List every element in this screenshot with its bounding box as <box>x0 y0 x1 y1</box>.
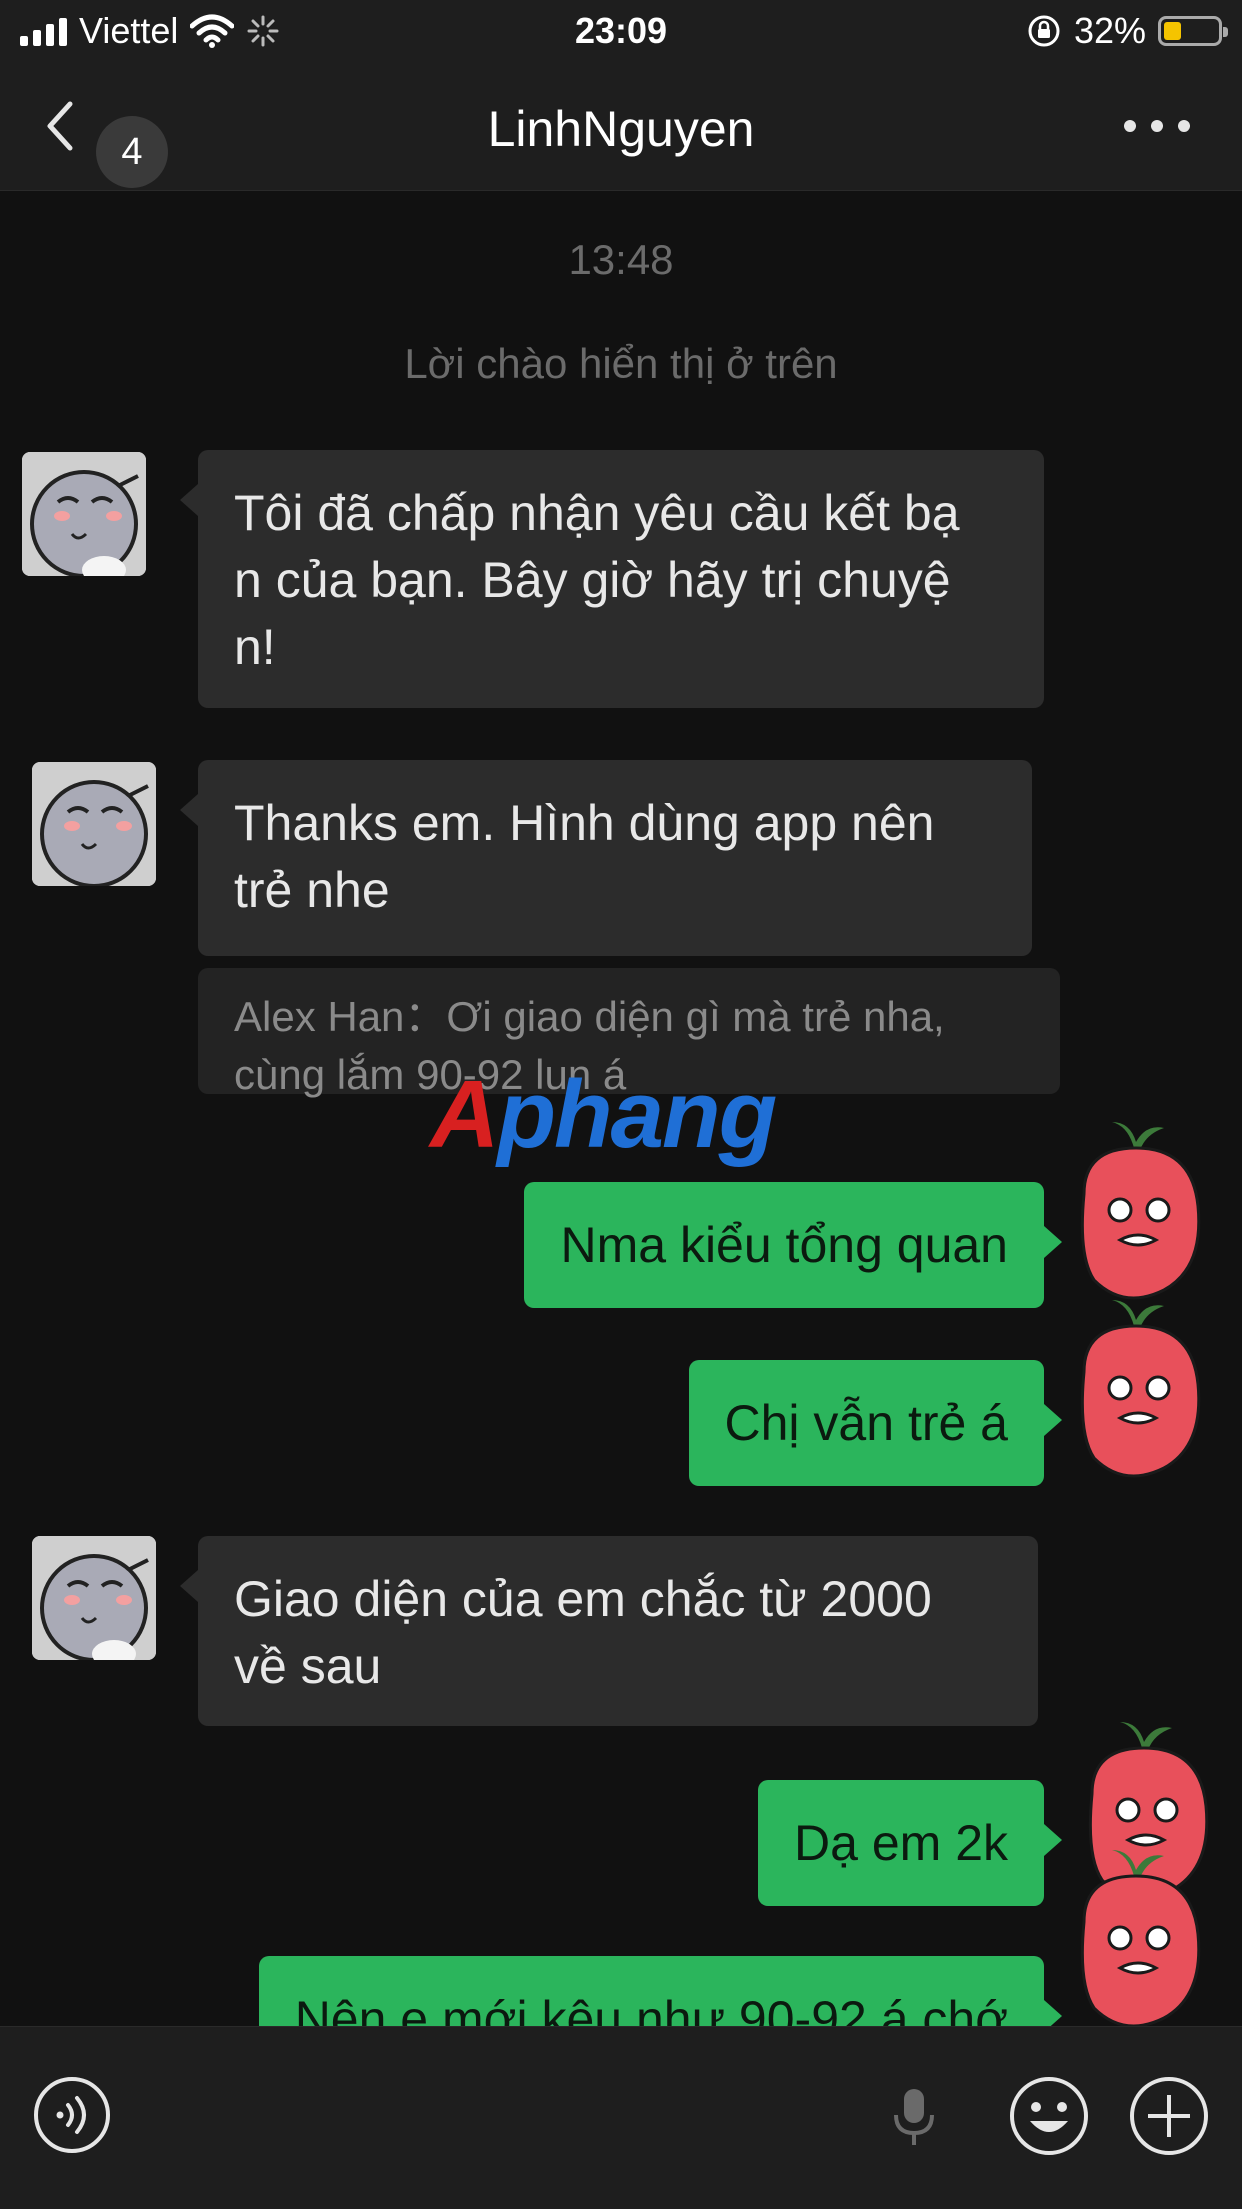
message-line: Giao diện của em chắc từ 2000 <box>234 1571 932 1627</box>
user-avatar-sticker[interactable] <box>1054 1292 1224 1482</box>
incoming-message-bubble[interactable]: Giao diện của em chắc từ 2000 về sau <box>180 1536 1038 1726</box>
outgoing-message-bubble[interactable]: Dạ em 2k <box>758 1780 1062 1906</box>
status-bar: Viettel 23:09 32% <box>0 0 1242 62</box>
more-dots-icon[interactable] <box>1122 118 1192 134</box>
message-line: Thanks em. Hình dùng app nên <box>234 795 935 851</box>
chat-header: 4 LinhNguyen <box>0 62 1242 191</box>
message-input[interactable] <box>140 2061 984 2171</box>
message-timestamp: 13:48 <box>568 236 674 283</box>
outgoing-message-bubble[interactable]: Nma kiểu tổng quan <box>524 1182 1062 1308</box>
user-avatar-sticker[interactable] <box>1054 1842 1224 2026</box>
message-text: Nma kiểu tổng quan <box>560 1217 1008 1273</box>
message-line: trẻ nhe <box>234 862 390 918</box>
outgoing-message-bubble[interactable]: Chị vẫn trẻ á <box>688 1360 1063 1486</box>
battery-icon <box>1158 16 1228 46</box>
avatar-image <box>22 452 146 576</box>
avatar-image <box>32 1536 156 1660</box>
voice-icon[interactable] <box>32 2075 112 2155</box>
plus-icon[interactable] <box>1128 2075 1210 2157</box>
status-right: 32% <box>1026 10 1228 52</box>
system-message: Lời chào hiển thị ở trên <box>404 340 838 387</box>
avatar-image <box>32 762 156 886</box>
rotation-lock-icon <box>1028 15 1060 47</box>
outgoing-message-bubble[interactable]: Nên e mới kêu như 90-92 á chớ <box>258 1956 1063 2026</box>
message-line: n! <box>234 619 276 675</box>
battery-percent: 32% <box>1073 10 1146 51</box>
incoming-message-bubble[interactable]: Thanks em. Hình dùng app nên trẻ nhe <box>180 760 1032 956</box>
message-line: về sau <box>234 1638 382 1694</box>
message-text: Chị vẫn trẻ á <box>724 1395 1008 1451</box>
emoji-icon[interactable] <box>1008 2075 1090 2157</box>
message-text: Dạ em 2k <box>794 1815 1008 1871</box>
user-avatar-sticker[interactable] <box>1054 1114 1224 1304</box>
message-line: Tôi đã chấp nhận yêu cầu kết bạ <box>234 485 960 541</box>
quote-line: Alex Han：Ơi giao diện gì mà trẻ nha, <box>234 993 945 1040</box>
contact-avatar[interactable] <box>22 452 146 576</box>
battery-level <box>1164 22 1181 40</box>
watermark-logo: Aphang <box>430 1061 777 1168</box>
incoming-message-bubble[interactable]: Tôi đã chấp nhận yêu cầu kết bạ n của bạ… <box>180 450 1044 708</box>
chat-area[interactable]: 13:48 Lời chào hiển thị ở trên Tôi đã ch… <box>0 190 1242 2026</box>
contact-avatar[interactable] <box>32 762 156 886</box>
message-line: n của bạn. Bây giờ hãy trị chuyệ <box>234 552 951 608</box>
contact-avatar[interactable] <box>32 1536 156 1660</box>
page-title[interactable]: LinhNguyen <box>0 100 1242 158</box>
message-text: Nên e mới kêu như 90-92 á chớ <box>294 1991 1008 2026</box>
input-bar <box>0 2026 1242 2209</box>
mic-icon[interactable] <box>892 2085 936 2149</box>
